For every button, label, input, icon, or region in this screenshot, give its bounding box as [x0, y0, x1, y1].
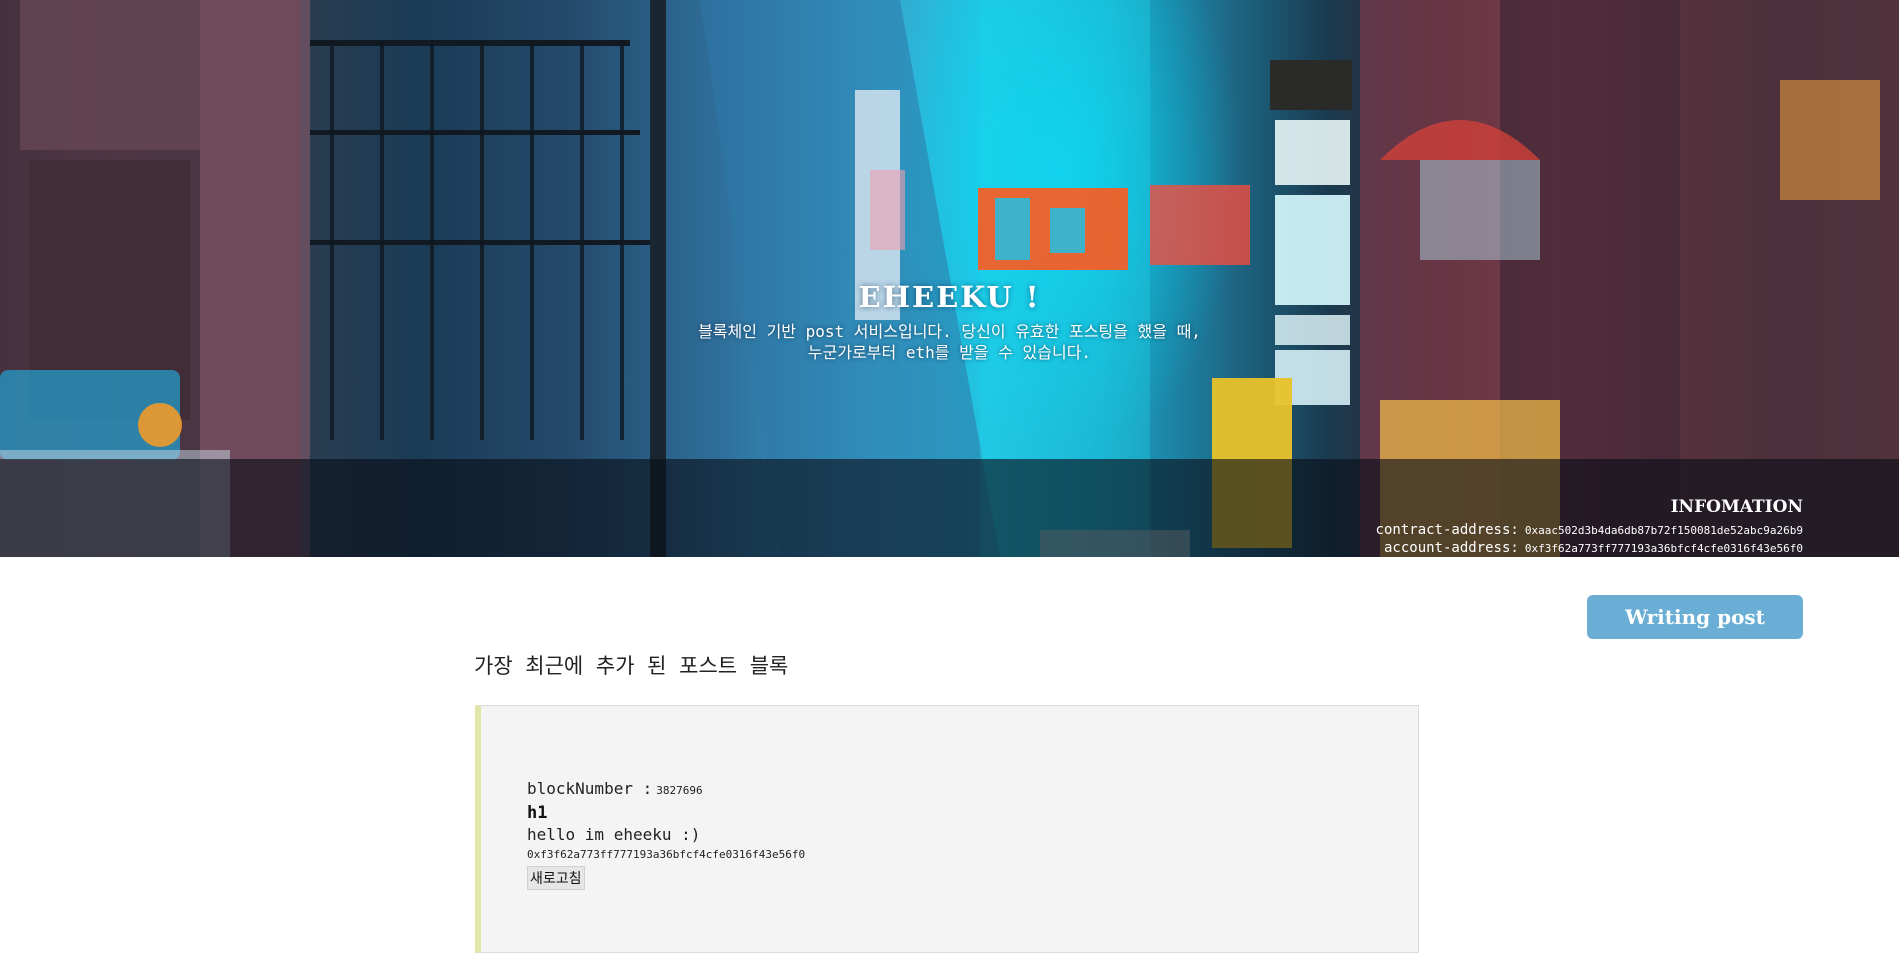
post-block-number-row: blockNumber :3827696 [527, 778, 805, 802]
account-address-row: account-address: 0xf3f62a773ff777193a36bf… [1384, 540, 1803, 556]
site-description-line-2: 누군가로부터 eth를 받을 수 있습니다. [807, 343, 1092, 362]
contract-address-row: contract-address: 0xaac502d3b4da6db87b72f… [1376, 522, 1803, 538]
info-title: INFOMATION [1670, 497, 1803, 517]
refresh-button[interactable]: 새로고침 [527, 866, 585, 890]
contract-address-label: contract-address: [1375, 522, 1519, 538]
site-description-line-1: 블록체인 기반 post 서비스입니다. 당신이 유효한 포스팅을 했을 때, [698, 322, 1201, 341]
contract-address-value: 0xaac502d3b4da6db87b72f150081de52abc9a26… [1524, 524, 1803, 537]
site-description: 블록체인 기반 post 서비스입니다. 당신이 유효한 포스팅을 했을 때, … [0, 321, 1899, 363]
post-author-address: 0xf3f62a773ff777193a36bfcf4cfe0316f43e56… [527, 848, 806, 861]
post-content: blockNumber :3827696 h1 hello im eheeku … [527, 778, 805, 890]
post-body: hello im eheeku :) [527, 825, 701, 844]
account-address-value: 0xf3f62a773ff777193a36bfcf4cfe0316f43e56… [1524, 542, 1803, 555]
block-number-label: blockNumber : [527, 779, 653, 798]
post-title: h1 [527, 803, 548, 823]
post-card: blockNumber :3827696 h1 hello im eheeku … [475, 705, 1419, 953]
account-address-label: account-address: [1383, 540, 1519, 556]
site-title: EHEEKU ! [858, 280, 1041, 314]
section-title: 가장 최근에 추가 된 포스트 블록 [474, 654, 789, 678]
block-number-value: 3827696 [656, 784, 703, 797]
hero-banner: EHEEKU ! 블록체인 기반 post 서비스입니다. 당신이 유효한 포스… [0, 0, 1899, 557]
writing-post-button[interactable]: Writing post [1587, 595, 1803, 639]
